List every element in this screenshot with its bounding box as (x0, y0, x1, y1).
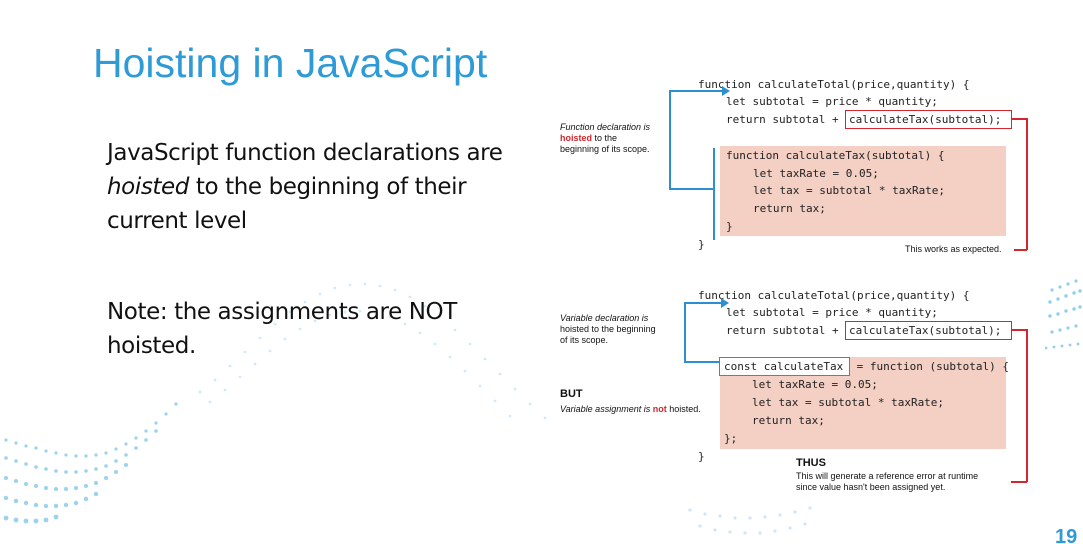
top-fn-line3: return tax; (753, 202, 826, 215)
p1-prefix: JavaScript function declarations are (107, 140, 503, 166)
top-function-signature: function calculateTotal(price,quantity) … (698, 78, 970, 91)
top-note-line3: beginning of its scope. (560, 144, 650, 154)
bottom-fn-close: }; (724, 432, 738, 445)
p1-emphasis: hoisted (107, 174, 189, 200)
top-hoist-arrowhead-icon (722, 86, 730, 96)
bottom-code-line2-prefix: return subtotal + (726, 324, 846, 337)
bottom-hoist-arrowhead-icon (721, 298, 729, 308)
paragraph-note: Note: the assignments are NOT hoisted. (107, 299, 457, 359)
bottom-code-call: calculateTax(subtotal); (849, 324, 1002, 337)
thus-label: THUS (796, 457, 826, 469)
top-fn-line2: let tax = subtotal * taxRate; (753, 184, 946, 197)
but-label: BUT (560, 388, 583, 400)
top-note-line1: Function declaration is (560, 122, 651, 132)
top-note-tail: to the (592, 133, 618, 143)
bottom-close: } (698, 450, 705, 463)
bottom-fn-line2: let tax = subtotal * taxRate; (752, 396, 945, 409)
bottom-code-line1: let subtotal = price * quantity; (726, 306, 938, 319)
bottom-hoist-line-vertical (684, 302, 686, 362)
top-note-hoisted: hoisted (560, 133, 593, 143)
bottom-fn-line3: return tax; (752, 414, 825, 427)
bottom-note: Variable declaration is hoisted to the b… (560, 313, 656, 346)
bottom-note-line3: of its scope. (560, 335, 609, 345)
top-code-line2-prefix: return subtotal + (726, 113, 846, 126)
bottom-fn-line1: let taxRate = 0.05; (752, 378, 878, 391)
assignment-prefix: Variable assignment is (560, 404, 653, 414)
slide: Hoisting in JavaScript JavaScript functi… (0, 0, 1083, 544)
assignment-suffix: hoisted. (666, 404, 701, 414)
top-note: Function declaration is hoisted to the b… (560, 122, 650, 155)
bottom-red-bracket-top (1012, 329, 1027, 331)
top-fn-line1: let taxRate = 0.05; (753, 167, 879, 180)
top-fn-signature: function calculateTax(subtotal) { (726, 149, 945, 162)
bottom-note-line1: Variable declaration is (560, 313, 649, 323)
top-code-call: calculateTax(subtotal); (849, 113, 1002, 126)
slide-title: Hoisting in JavaScript (93, 40, 488, 86)
top-works-note: This works as expected. (905, 244, 1002, 254)
bottom-note-line2: hoisted to the beginning (560, 324, 656, 334)
bottom-const-rest: = function (subtotal) { (850, 360, 1009, 373)
bottom-red-bracket-bottom (1011, 481, 1027, 483)
top-hoist-line-bottom (669, 188, 713, 190)
thus-note-line2: since value hasn't been assigned yet. (796, 482, 946, 492)
top-hoist-line-vertical-left (669, 90, 671, 189)
top-red-bracket-side (1026, 118, 1028, 250)
paragraph-hoisting: JavaScript function declarations are hoi… (107, 136, 527, 238)
slide-number: 19 (1055, 526, 1078, 544)
bottom-hoist-line-top (684, 302, 724, 304)
bottom-function-signature: function calculateTotal(price,quantity) … (698, 289, 970, 302)
assignment-note: Variable assignment is not hoisted. (560, 404, 701, 415)
hoisting-figure: function calculateTotal(price,quantity) … (556, 76, 1045, 501)
top-red-bracket-top (1012, 118, 1027, 120)
top-hoist-line-vertical-right (713, 148, 715, 240)
top-red-bracket-bottom (1014, 249, 1027, 251)
bottom-const-decl: const calculateTax (724, 360, 844, 373)
bottom-hoist-line-bottom (684, 361, 720, 363)
top-code-line1: let subtotal = price * quantity; (726, 95, 938, 108)
top-hoist-line-top (669, 90, 725, 92)
top-fn-close: } (726, 220, 733, 233)
thus-note-line1: This will generate a reference error at … (796, 471, 979, 481)
top-close: } (698, 238, 705, 251)
assignment-not: not (652, 404, 667, 414)
bottom-red-bracket-side (1026, 329, 1028, 482)
